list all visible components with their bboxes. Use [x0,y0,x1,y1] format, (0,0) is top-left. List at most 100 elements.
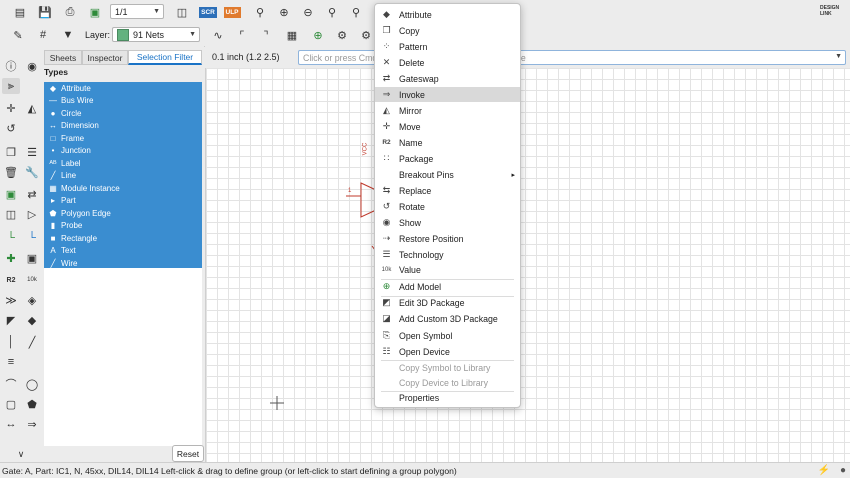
type-rectangle[interactable]: ■ Rectangle [44,232,202,245]
attribute-icon[interactable]: ◈ [23,292,41,308]
grid-icon[interactable]: # [33,26,53,44]
add-net-icon[interactable]: ⊕ [308,26,328,44]
collapse-icon[interactable]: ∨ [12,446,30,462]
copy-icon[interactable]: ❐ [2,144,20,160]
tab-sheets[interactable]: Sheets [44,50,82,65]
type-probe[interactable]: ▮ Probe [44,220,202,233]
redraw-icon[interactable]: ⚲ [346,3,366,21]
type-text[interactable]: A Text [44,245,202,258]
smash-icon[interactable]: ◤ [2,312,20,328]
add-part-icon[interactable]: ▣ [2,186,20,202]
new-file-icon[interactable]: ▤ [10,3,30,21]
tag-icon[interactable]: ◆ [23,312,41,328]
pencil-icon[interactable]: ✎ [8,26,28,44]
type-polygon-edge[interactable]: ⬟ Polygon Edge [44,207,202,220]
menu-item-technology[interactable]: ☰ Technology [375,247,520,262]
line-icon[interactable]: ╱ [23,334,41,350]
type-line[interactable]: ╱ Line [44,170,202,183]
arc-icon[interactable]: ⌒ [2,376,20,392]
type-frame[interactable]: □ Frame [44,132,202,145]
menu-item-add-model[interactable]: ⊕ Add Model [375,279,520,294]
menu-item-show[interactable]: ◉ Show [375,215,520,230]
rotate-icon[interactable]: ↺ [2,120,20,136]
menu-item-edit-3d-package[interactable]: ◩ Edit 3D Package [375,295,520,310]
menu-item-package[interactable]: ∷ Package [375,151,520,166]
menu-item-gateswap[interactable]: ⇄ Gateswap [375,71,520,86]
breakout-icon[interactable]: ≫ [2,292,20,308]
type-circle[interactable]: ● Circle [44,107,202,120]
paste-icon[interactable]: ☰ [23,144,41,160]
menu-item-delete[interactable]: ✕ Delete [375,55,520,70]
tab-selection-filter[interactable]: Selection Filter [128,50,202,65]
bend-icon-2[interactable]: ⌝ [256,26,276,44]
menu-item-restore-position[interactable]: ⇢ Restore Position [375,231,520,246]
type-module-instance[interactable]: ▦ Module Instance [44,182,202,195]
menu-item-move[interactable]: ✛ Move [375,119,520,134]
wave-icon[interactable]: ∿ [208,26,228,44]
circle-icon[interactable]: ◯ [23,376,41,392]
select-icon[interactable]: ⫸ [2,78,20,94]
page-select[interactable]: 1/1 ▼ [110,4,164,19]
menu-item-mirror[interactable]: ◭ Mirror [375,103,520,118]
menu-item-pattern[interactable]: ⁘ Pattern [375,39,520,54]
menu-item-invoke[interactable]: ⇒ Invoke [375,87,520,102]
gate-icon[interactable]: ▷ [23,206,41,222]
type-junction[interactable]: • Junction [44,145,202,158]
menu-item-add-custom-3d-package[interactable]: ◪ Add Custom 3D Package [375,311,520,326]
menu-item-attribute[interactable]: ◆ Attribute [375,7,520,22]
menu-item-replace[interactable]: ⇆ Replace [375,183,520,198]
menu-item-value[interactable]: 10k Value [375,262,520,277]
text-icon[interactable]: ⇒ [23,416,41,432]
net-icon[interactable]: └ [2,230,20,246]
bus-icon[interactable]: └ [23,230,41,246]
type-label[interactable]: AB Label [44,157,202,170]
label-icon[interactable]: ▣ [23,250,41,266]
name-icon[interactable]: R2 [2,272,20,288]
script-button[interactable]: SCR [199,6,217,18]
delete-icon[interactable]: 🗑 [2,164,20,180]
type-attribute[interactable]: ◆ Attribute [44,82,202,95]
filter-icon[interactable]: ▼ [58,26,78,44]
board-icon[interactable]: ▣ [85,3,105,21]
schematic-canvas[interactable]: VCC 1 [205,68,850,462]
menu-item-breakout-pins[interactable]: Breakout Pins ▸ [375,167,520,182]
rect-icon[interactable]: ▢ [2,396,20,412]
menu-item-name[interactable]: R2 Name [375,135,520,150]
tab-inspector[interactable]: Inspector [82,50,128,65]
miter-icon[interactable]: ≡ [2,354,20,370]
junction-icon[interactable]: ✚ [2,250,20,266]
type-part[interactable]: ▸ Part [44,195,202,208]
gear-icon-2[interactable]: ⚙ [356,26,376,44]
wrench-icon[interactable]: 🔧 [23,164,41,180]
value-icon[interactable]: 10k [23,272,41,288]
stop-icon[interactable]: ● [840,465,846,476]
eye-icon[interactable]: ◉ [23,58,41,74]
lightning-icon[interactable]: ⚡ [818,465,830,476]
menu-item-rotate[interactable]: ↺ Rotate [375,199,520,214]
move-icon[interactable]: ✛ [2,100,20,116]
menu-item-open-symbol[interactable]: ⎘ Open Symbol [375,328,520,343]
save-icon[interactable]: 💾 [35,3,55,21]
menu-item-open-device[interactable]: ☷ Open Device [375,344,520,359]
layer-select[interactable]: 91 Nets ▼ [112,27,200,42]
gear-icon[interactable]: ⚙ [332,26,352,44]
pinswap-icon[interactable]: ⇄ [23,186,41,202]
reset-button[interactable]: Reset [172,445,204,462]
chip-icon[interactable]: ▦ [282,26,302,44]
cam-icon[interactable]: ◫ [172,3,192,21]
replace-icon[interactable]: ◫ [2,206,20,222]
zoom-out-icon[interactable]: ⊖ [298,3,318,21]
type-bus-wire[interactable]: — Bus Wire [44,95,202,108]
dimension-icon[interactable]: ↔ [2,416,20,432]
zoom-fit-icon[interactable]: ⚲ [250,3,270,21]
polygon-icon[interactable]: ⬟ [23,396,41,412]
mirror-icon[interactable]: ◭ [23,100,41,116]
split-icon[interactable]: │ [2,334,20,350]
type-dimension[interactable]: ↔ Dimension [44,120,202,133]
info-icon[interactable]: ⓘ [2,58,20,74]
menu-item-properties[interactable]: Properties [375,390,520,405]
ulp-button[interactable]: ULP [223,6,241,18]
menu-item-copy[interactable]: ❐ Copy [375,23,520,38]
bend-icon[interactable]: ⌜ [232,26,252,44]
design-link-logo[interactable]: DESIGN LINK [820,5,850,17]
